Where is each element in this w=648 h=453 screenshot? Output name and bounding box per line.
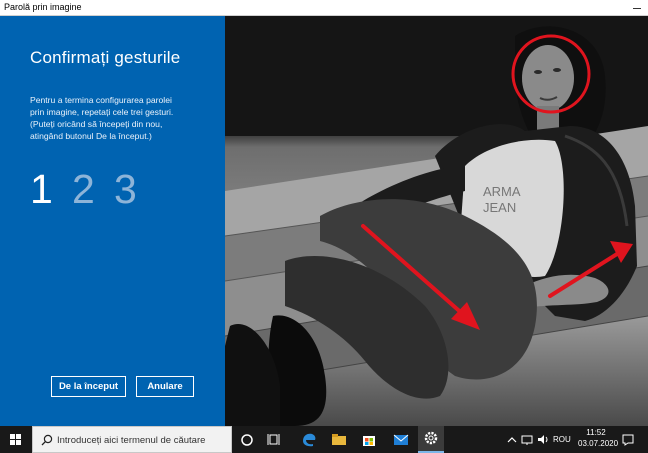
title-bar: Parolă prin imagine — [0, 0, 648, 16]
instruction-line: (Puteți oricând să începeți din nou, — [30, 119, 163, 129]
instruction-line: atingând butonul De la început.) — [30, 131, 152, 141]
input-language-indicator[interactable]: ROU — [553, 435, 571, 444]
search-placeholder: Introduceți aici termenul de căutare — [57, 435, 206, 446]
settings-icon — [424, 431, 438, 445]
cancel-button[interactable]: Anulare — [136, 376, 194, 397]
chevron-up-icon[interactable] — [506, 430, 518, 449]
network-icon[interactable] — [520, 430, 534, 449]
photo-canvas: ARMA JEAN — [225, 16, 648, 426]
instruction-line: prin imagine, repetați cele trei gesturi… — [30, 107, 174, 117]
step-2: 2 — [72, 166, 95, 212]
edge-icon[interactable] — [298, 430, 320, 449]
taskbar: Introduceți aici termenul de căutare ROU… — [0, 426, 648, 453]
picture-password-image[interactable]: ARMA JEAN — [225, 16, 648, 426]
shirt-print-line2: JEAN — [483, 200, 516, 215]
instruction-line: Pentru a termina configurarea parolei — [30, 95, 172, 105]
mail-icon[interactable] — [390, 430, 412, 449]
clock-date: 03.07.2020 — [578, 439, 619, 448]
shirt-print-line1: ARMA — [483, 184, 521, 199]
search-icon — [41, 434, 53, 446]
step-3: 3 — [114, 166, 137, 212]
taskbar-search-box[interactable]: Introduceți aici termenul de căutare — [32, 426, 232, 453]
file-explorer-icon[interactable] — [328, 430, 350, 449]
notification-icon[interactable] — [620, 430, 636, 449]
settings-taskbar-button[interactable] — [418, 426, 444, 453]
start-over-button[interactable]: De la început — [51, 376, 126, 397]
panel-heading: Confirmați gesturile — [30, 48, 181, 67]
cortana-icon[interactable] — [236, 430, 258, 449]
clock-time: 11:52 — [586, 428, 606, 437]
start-button[interactable] — [0, 426, 32, 453]
volume-icon[interactable] — [536, 430, 550, 449]
instruction-panel: Confirmați gesturile Pentru a termina co… — [0, 16, 225, 426]
minimize-button[interactable] — [630, 1, 644, 14]
clock[interactable]: 11:52 03.07.2020 — [578, 428, 619, 448]
gesture-step-indicator: 1 2 3 — [30, 166, 137, 213]
instruction-text: Pentru a termina configurarea parolei pr… — [30, 94, 225, 142]
task-view-icon[interactable] — [264, 430, 286, 449]
step-1: 1 — [30, 166, 53, 212]
window-title: Parolă prin imagine — [4, 2, 82, 12]
store-icon[interactable] — [358, 430, 380, 449]
windows-start-icon — [10, 434, 21, 445]
